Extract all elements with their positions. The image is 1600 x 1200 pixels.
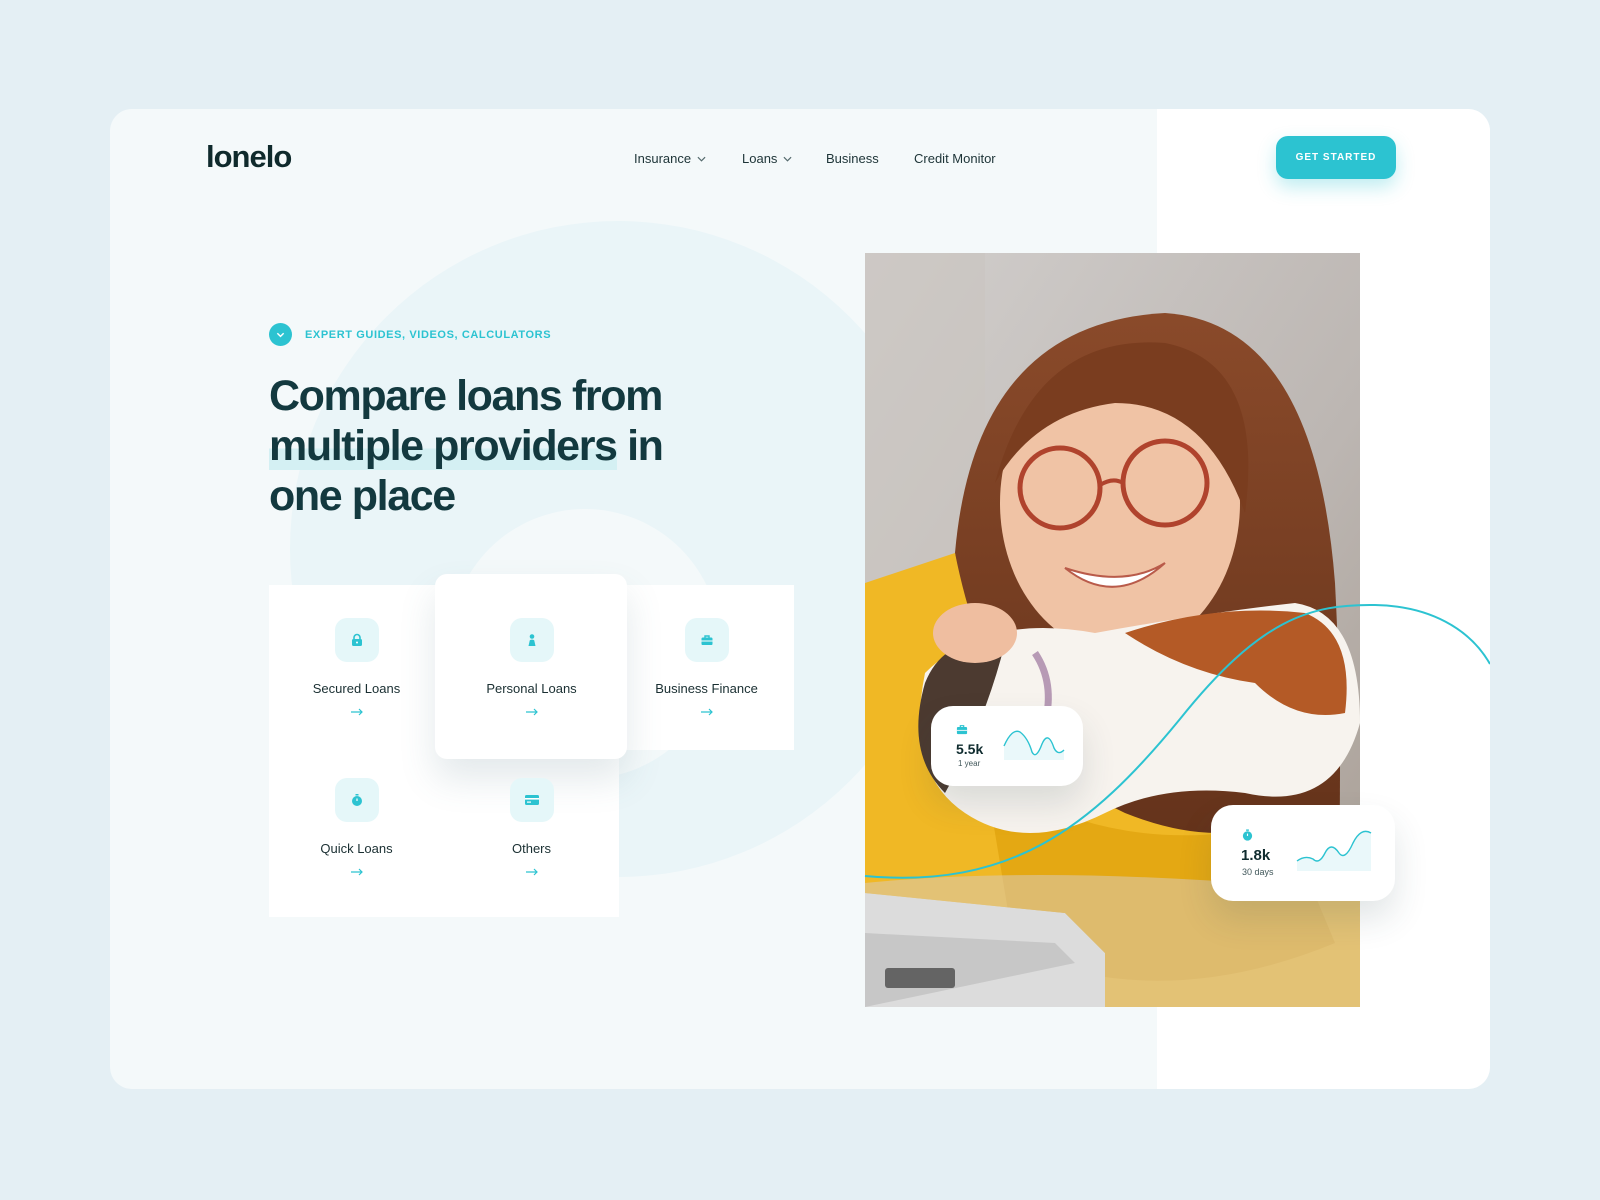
stat-value: 1.8k bbox=[1241, 847, 1271, 864]
decorative-curve bbox=[864, 603, 1490, 879]
page-frame: lonelo Insurance Loans Business Credit M… bbox=[110, 109, 1490, 1089]
stopwatch-icon bbox=[1242, 829, 1253, 841]
stat-value: 5.5k bbox=[956, 741, 984, 757]
stat-period: 30 days bbox=[1242, 867, 1274, 877]
stat-card-monthly[interactable]: 1.8k 30 days bbox=[1211, 805, 1395, 901]
sparkline-chart bbox=[1296, 830, 1372, 871]
stat-card-annual[interactable]: 5.5k 1 year bbox=[931, 706, 1083, 786]
sparkline-chart bbox=[1003, 730, 1065, 760]
briefcase-icon bbox=[956, 725, 968, 735]
stat-period: 1 year bbox=[958, 759, 981, 768]
